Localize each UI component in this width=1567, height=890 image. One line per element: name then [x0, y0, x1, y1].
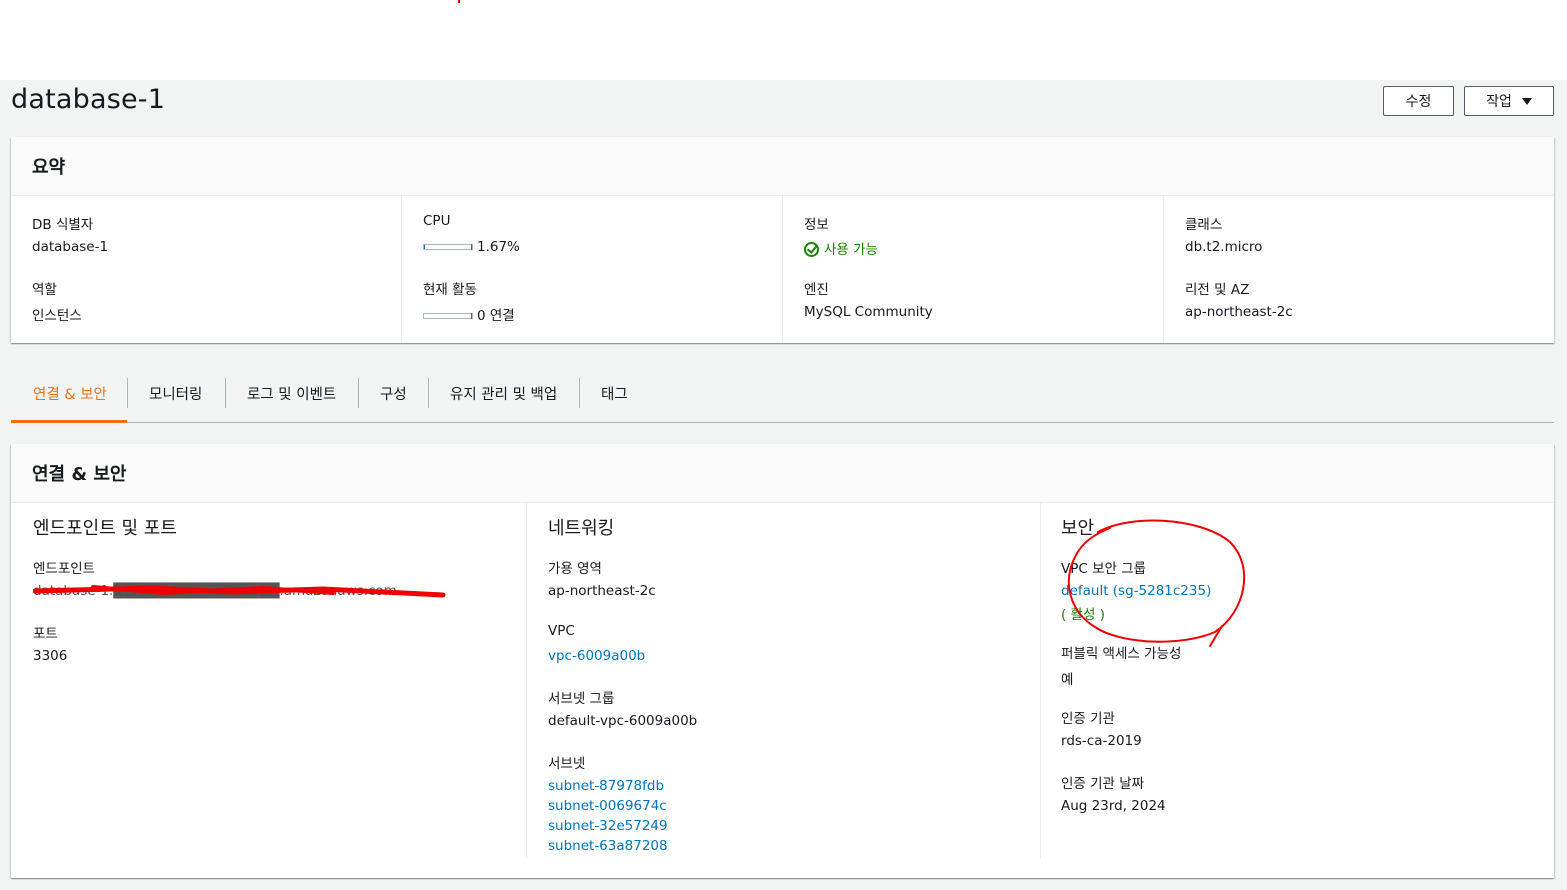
subnet-group-label: 서브넷 그룹 — [548, 691, 615, 707]
cpu-usage-bar — [423, 244, 473, 250]
check-circle-icon — [804, 242, 819, 257]
region-label: 리전 및 AZ — [1185, 282, 1250, 298]
ca-date-value: Aug 23rd, 2024 — [1061, 798, 1166, 814]
summary-column-4: 클래스 db.t2.micro 리전 및 AZ ap-northeast-2c — [1163, 196, 1554, 343]
actions-dropdown-button[interactable]: 작업 — [1464, 86, 1554, 116]
role-label: 역할 — [32, 282, 57, 298]
redaction-scribble — [33, 585, 446, 598]
activity-label: 현재 활동 — [423, 282, 477, 298]
port-label: 포트 — [33, 626, 58, 642]
status-label: 정보 — [804, 217, 829, 233]
subnet-group-value: default-vpc-6009a00b — [548, 713, 698, 729]
networking-column: 네트워킹 가용 영역 ap-northeast-2c VPC vpc-6009a… — [526, 503, 1040, 858]
db-id-label: DB 식별자 — [32, 217, 94, 233]
subnet-link[interactable]: subnet-0069674c — [548, 798, 667, 814]
status-text: 사용 가능 — [824, 242, 878, 258]
vpc-link[interactable]: vpc-6009a00b — [548, 648, 645, 664]
tab-connectivity-security[interactable]: 연결 & 보안 — [33, 378, 107, 408]
cpu-label: CPU — [423, 213, 451, 229]
activity-connections: 0 연결 — [477, 308, 515, 324]
tab-tags[interactable]: 태그 — [601, 378, 628, 408]
activity-threshold-mark — [471, 313, 472, 319]
engine-label: 엔진 — [804, 282, 829, 298]
subnet-link[interactable]: subnet-87978fdb — [548, 778, 664, 794]
engine-value: MySQL Community — [804, 304, 933, 320]
edit-button[interactable]: 수정 — [1383, 86, 1454, 116]
class-value: db.t2.micro — [1185, 239, 1263, 255]
public-access-value: 예 — [1061, 672, 1074, 688]
tab-configuration[interactable]: 구성 — [380, 378, 407, 408]
activity-value: 0 연결 — [423, 304, 515, 324]
tab-divider — [358, 378, 359, 408]
connectivity-security-title: 연결 & 보안 — [11, 444, 1554, 503]
tab-divider — [225, 378, 226, 408]
summary-title: 요약 — [11, 137, 1554, 196]
detail-tabs: 연결 & 보안 모니터링 로그 및 이벤트 구성 유지 관리 및 백업 태그 — [11, 370, 1554, 423]
caret-down-icon — [1521, 97, 1532, 105]
subnet-link[interactable]: subnet-63a87208 — [548, 838, 668, 854]
cpu-usage-fill — [424, 245, 425, 249]
active-tab-indicator — [11, 420, 127, 423]
summary-column-2: CPU 1.67% 현재 활동 0 연결 — [401, 196, 782, 343]
tab-monitoring[interactable]: 모니터링 — [149, 378, 202, 408]
cpu-percent: 1.67% — [477, 239, 520, 255]
annotation-mark — [458, 0, 460, 3]
class-label: 클래스 — [1185, 217, 1223, 233]
cpu-value: 1.67% — [423, 239, 520, 255]
tab-divider — [428, 378, 429, 408]
endpoint-port-heading: 엔드포인트 및 포트 — [33, 518, 177, 539]
ca-value: rds-ca-2019 — [1061, 733, 1142, 749]
region-value: ap-northeast-2c — [1185, 304, 1293, 320]
role-value: 인스턴스 — [32, 308, 82, 324]
db-id-value: database-1 — [32, 239, 109, 255]
subnets-label: 서브넷 — [548, 756, 586, 772]
az-value: ap-northeast-2c — [548, 583, 656, 599]
summary-panel: 요약 DB 식별자 database-1 역할 인스턴스 CPU 1.67% 현… — [11, 137, 1554, 343]
tab-maintenance-backup[interactable]: 유지 관리 및 백업 — [450, 378, 557, 408]
ca-label: 인증 기관 — [1061, 711, 1115, 727]
subnet-link[interactable]: subnet-32e57249 — [548, 818, 668, 834]
annotation-circle — [1067, 519, 1246, 647]
summary-column-3: 정보 사용 가능 엔진 MySQL Community — [782, 196, 1163, 343]
cpu-threshold-mark — [471, 244, 472, 250]
summary-column-1: DB 식별자 database-1 역할 인스턴스 — [11, 196, 401, 343]
activity-bar — [423, 313, 473, 319]
actions-button-label: 작업 — [1486, 94, 1512, 110]
tab-logs-events[interactable]: 로그 및 이벤트 — [247, 378, 336, 408]
endpoint-port-column: 엔드포인트 및 포트 엔드포인트 database-1.████████████… — [11, 503, 526, 858]
vpc-label: VPC — [548, 623, 575, 639]
networking-heading: 네트워킹 — [548, 518, 615, 539]
az-label: 가용 영역 — [548, 561, 602, 577]
edit-button-label: 수정 — [1405, 94, 1432, 110]
connectivity-security-panel: 연결 & 보안 엔드포인트 및 포트 엔드포인트 database-1.████… — [11, 444, 1554, 878]
page-title: database-1 — [11, 84, 166, 115]
tab-divider — [579, 378, 580, 408]
status-value: 사용 가능 — [804, 238, 878, 258]
port-value: 3306 — [33, 648, 68, 664]
ca-date-label: 인증 기관 날짜 — [1061, 776, 1145, 792]
tab-divider — [127, 378, 128, 408]
endpoint-label: 엔드포인트 — [33, 561, 96, 577]
